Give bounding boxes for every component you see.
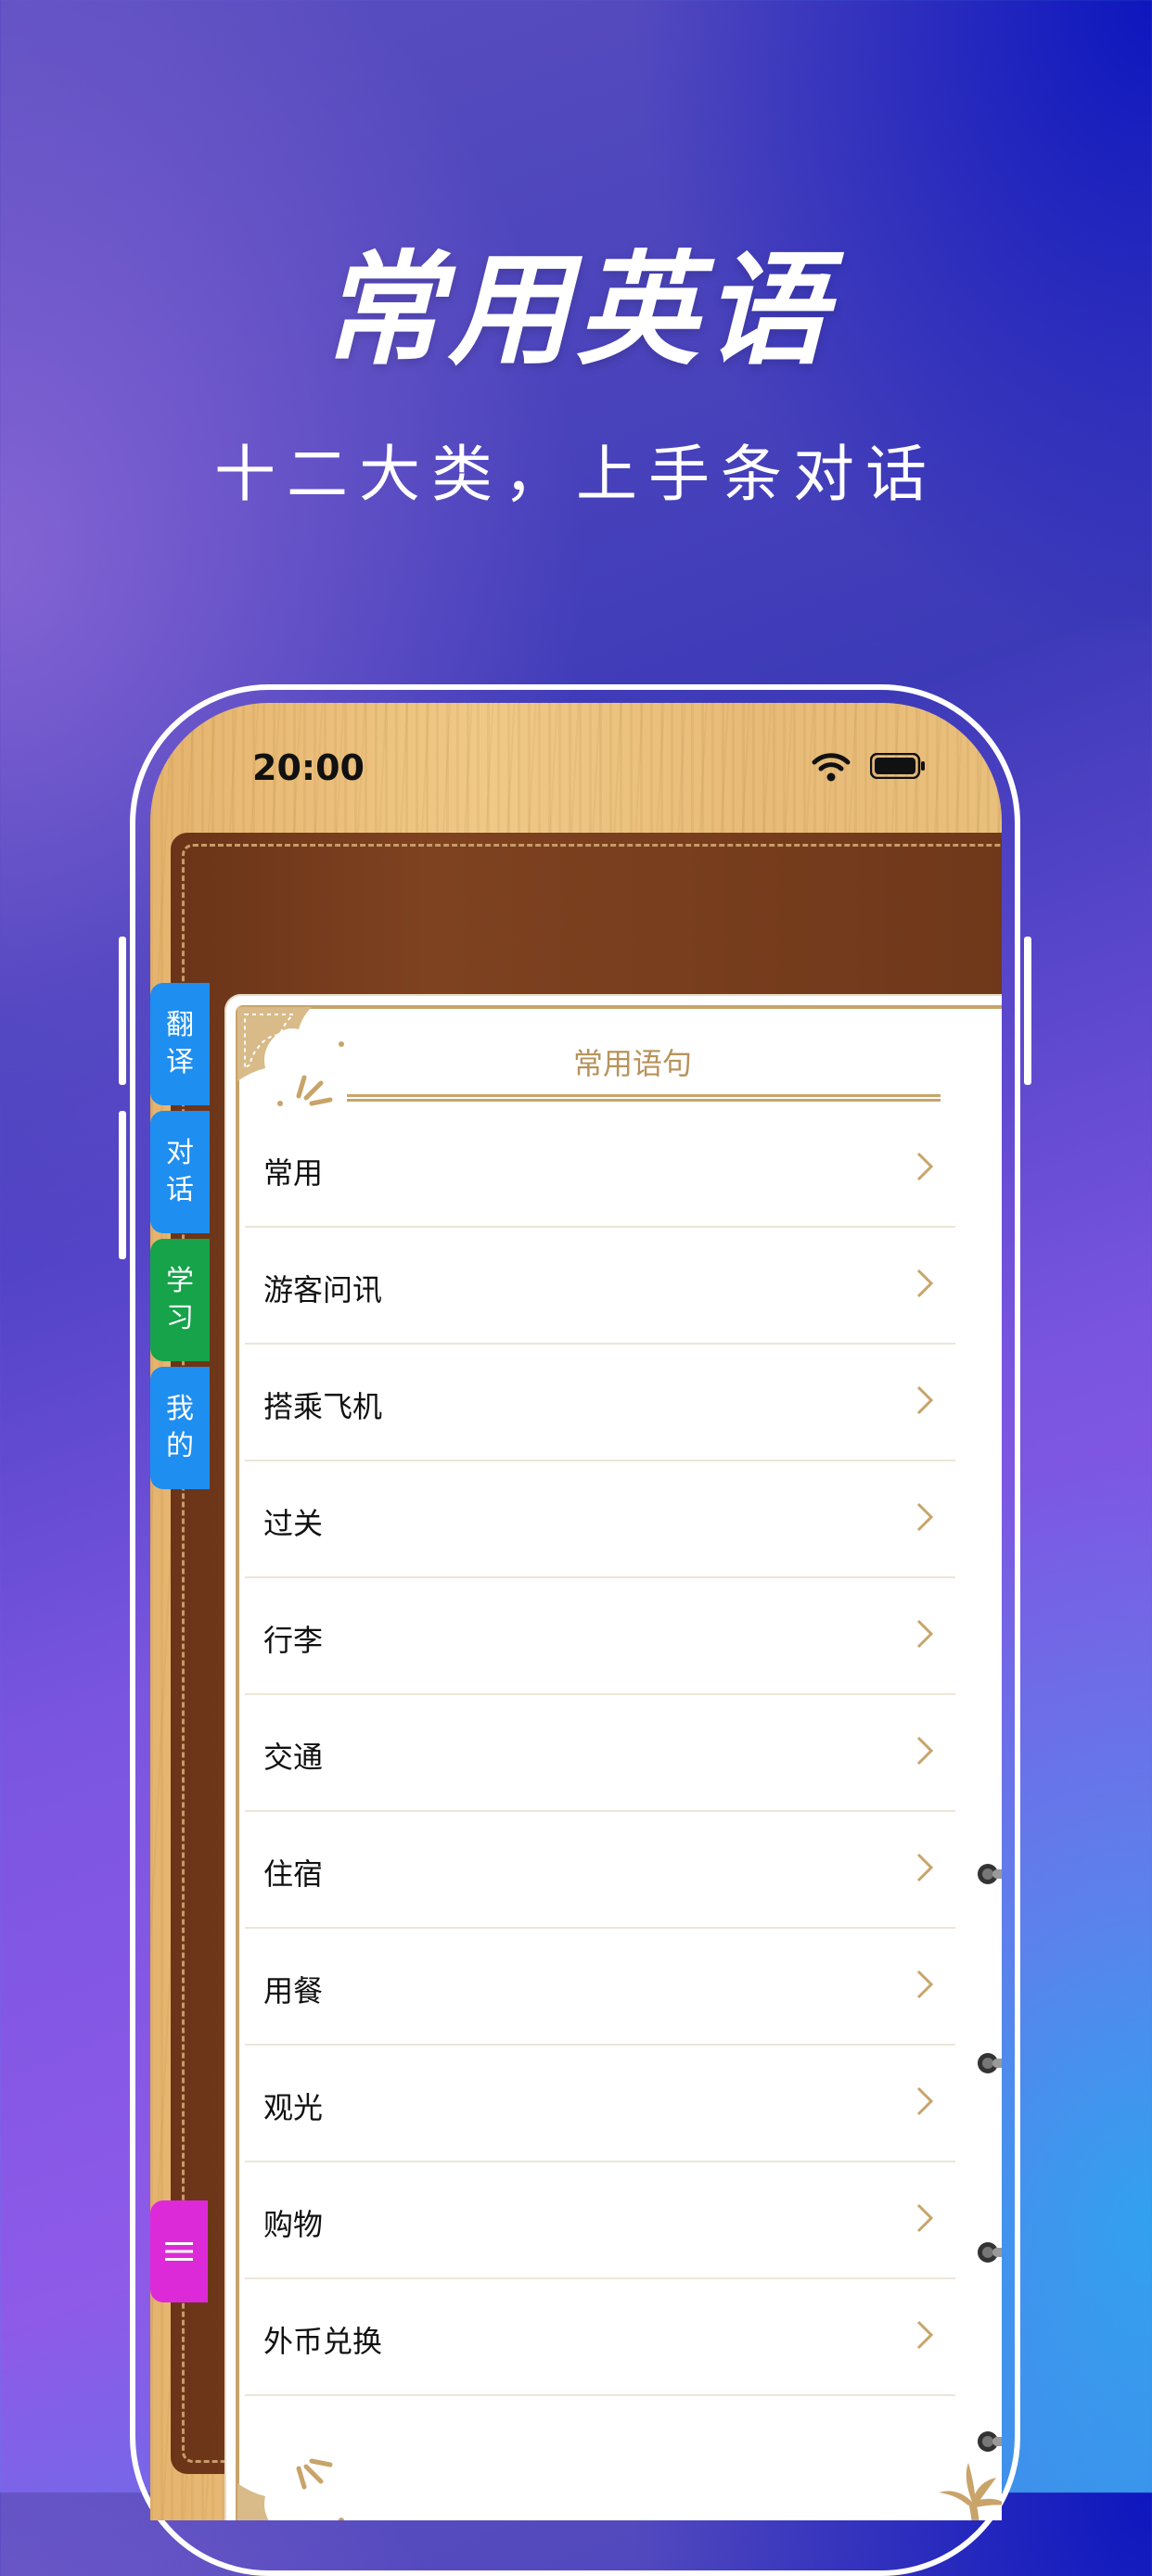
tab-label: 习 (166, 1302, 194, 1334)
list-item[interactable]: 常用 (245, 1111, 955, 1228)
tab-study[interactable]: 学 习 (150, 1239, 210, 1361)
list-item-label: 购物 (263, 2207, 324, 2242)
tab-label: 我 (166, 1393, 194, 1425)
tab-mine[interactable]: 我 的 (150, 1367, 210, 1489)
list-item-label: 游客问讯 (263, 1272, 383, 1307)
chevron-right-icon (916, 2320, 934, 2350)
list-item-label: 用餐 (263, 1973, 324, 2009)
chevron-right-icon (916, 1502, 934, 1532)
list-item[interactable]: 交通 (245, 1695, 955, 1812)
tab-label: 译 (166, 1046, 194, 1078)
tab-label: 话 (166, 1174, 194, 1206)
wifi-icon (812, 753, 851, 782)
app-screen: 20:00 常用语句 常用 游客问讯 搭乘飞机 过关 行李 交通 住宿 用餐 观… (150, 703, 1002, 2520)
palm-tree-luggage-icon (939, 2463, 1002, 2520)
chevron-right-icon (916, 1970, 934, 1999)
list-item-label: 交通 (263, 1740, 324, 1775)
chevron-right-icon (916, 1853, 934, 1882)
list-item[interactable]: 搭乘飞机 (245, 1345, 955, 1461)
title-divider (347, 1094, 941, 1102)
battery-icon (870, 753, 925, 779)
chevron-right-icon (916, 1736, 934, 1766)
chevron-right-icon (916, 1152, 934, 1181)
list-item-label: 观光 (263, 2090, 324, 2125)
phone-power-button (1024, 937, 1031, 1085)
list-item[interactable]: 用餐 (245, 1929, 955, 2046)
hero-subtitle: 十二大类，上手条对话 (214, 439, 938, 510)
binder-cover: 常用语句 常用 游客问讯 搭乘飞机 过关 行李 交通 住宿 用餐 观光 购物 外… (171, 833, 1002, 2520)
tab-label: 学 (166, 1265, 194, 1297)
chevron-right-icon (916, 1385, 934, 1415)
chevron-right-icon (916, 2086, 934, 2116)
category-list: 常用 游客问讯 搭乘飞机 过关 行李 交通 住宿 用餐 观光 购物 外币兑换 (245, 1111, 955, 2396)
list-item-label: 住宿 (263, 1856, 324, 1892)
list-item[interactable]: 观光 (245, 2046, 955, 2162)
tab-dialogue[interactable]: 对 话 (150, 1111, 210, 1233)
hero-title: 常用英语 (320, 239, 832, 382)
list-item[interactable]: 过关 (245, 1461, 955, 1578)
menu-button[interactable] (150, 2200, 208, 2302)
list-item[interactable]: 外币兑换 (245, 2279, 955, 2396)
chevron-right-icon (916, 2203, 934, 2233)
binder-ring-icon (978, 2242, 1002, 2263)
list-item-label: 过关 (263, 1506, 324, 1541)
page-title: 常用语句 (572, 1046, 692, 1081)
list-item[interactable]: 购物 (245, 2162, 955, 2279)
tab-label: 的 (166, 1430, 194, 1462)
menu-icon (165, 2242, 193, 2261)
binder-ring-icon (978, 2053, 1002, 2073)
list-item-label: 行李 (263, 1623, 324, 1658)
tab-label: 翻 (166, 1009, 194, 1041)
tab-label: 对 (166, 1137, 194, 1169)
status-time: 20:00 (252, 747, 365, 788)
chevron-right-icon (916, 1269, 934, 1298)
list-item[interactable]: 住宿 (245, 1812, 955, 1929)
list-item-label: 常用 (263, 1155, 324, 1191)
binder-ring-icon (978, 1864, 1002, 1884)
phrase-page: 常用语句 常用 游客问讯 搭乘飞机 过关 行李 交通 住宿 用餐 观光 购物 外… (224, 994, 1002, 2520)
list-item[interactable]: 行李 (245, 1578, 955, 1695)
list-item-label: 外币兑换 (263, 2324, 383, 2359)
binder-ring-icon (978, 2431, 1002, 2452)
corner-ornament-bottom-left-icon (237, 2458, 344, 2520)
phone-side-button (119, 1111, 126, 1259)
tab-translate[interactable]: 翻 译 (150, 983, 210, 1105)
list-item[interactable]: 游客问讯 (245, 1228, 955, 1345)
chevron-right-icon (916, 1619, 934, 1649)
list-item-label: 搭乘飞机 (263, 1389, 383, 1424)
phone-side-button (119, 937, 126, 1085)
